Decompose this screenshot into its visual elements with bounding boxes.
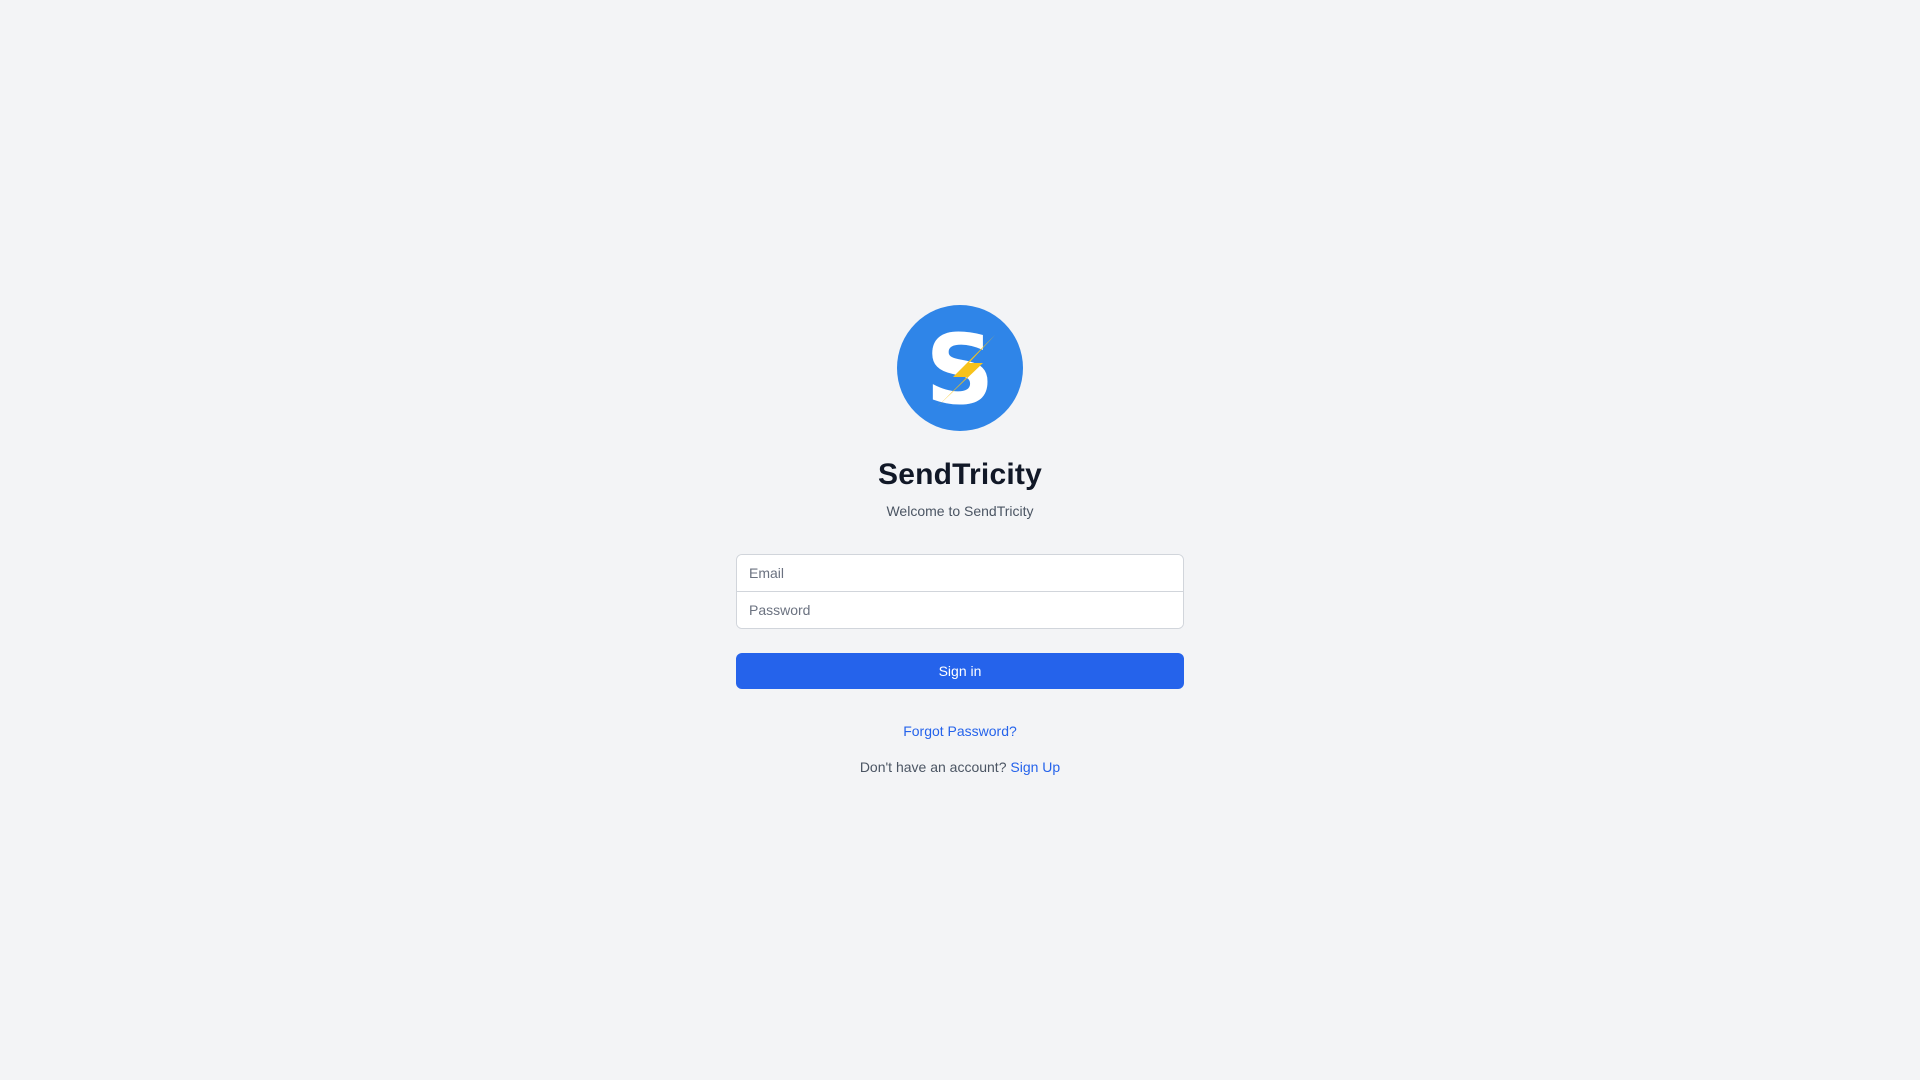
login-form: Sign in Forgot Password? Don't have an a… xyxy=(736,554,1184,777)
credentials-group xyxy=(736,554,1184,629)
lightning-s-logo-icon: S xyxy=(897,305,1023,431)
email-field[interactable] xyxy=(737,555,1183,591)
signup-prompt: Don't have an account? xyxy=(859,759,1011,775)
forgot-password-link[interactable]: Forgot Password? xyxy=(903,721,1017,741)
signup-row: Don't have an account? Sign Up xyxy=(860,757,1060,777)
sign-up-link[interactable]: Sign Up xyxy=(1010,759,1060,775)
login-container: S SendTricity Welcome to SendTricity Sig… xyxy=(736,305,1184,777)
sign-in-button[interactable]: Sign in xyxy=(736,653,1184,689)
welcome-subtitle: Welcome to SendTricity xyxy=(886,503,1034,519)
login-page: S SendTricity Welcome to SendTricity Sig… xyxy=(0,0,1920,1080)
app-title: SendTricity xyxy=(878,458,1042,491)
password-field[interactable] xyxy=(737,592,1183,628)
